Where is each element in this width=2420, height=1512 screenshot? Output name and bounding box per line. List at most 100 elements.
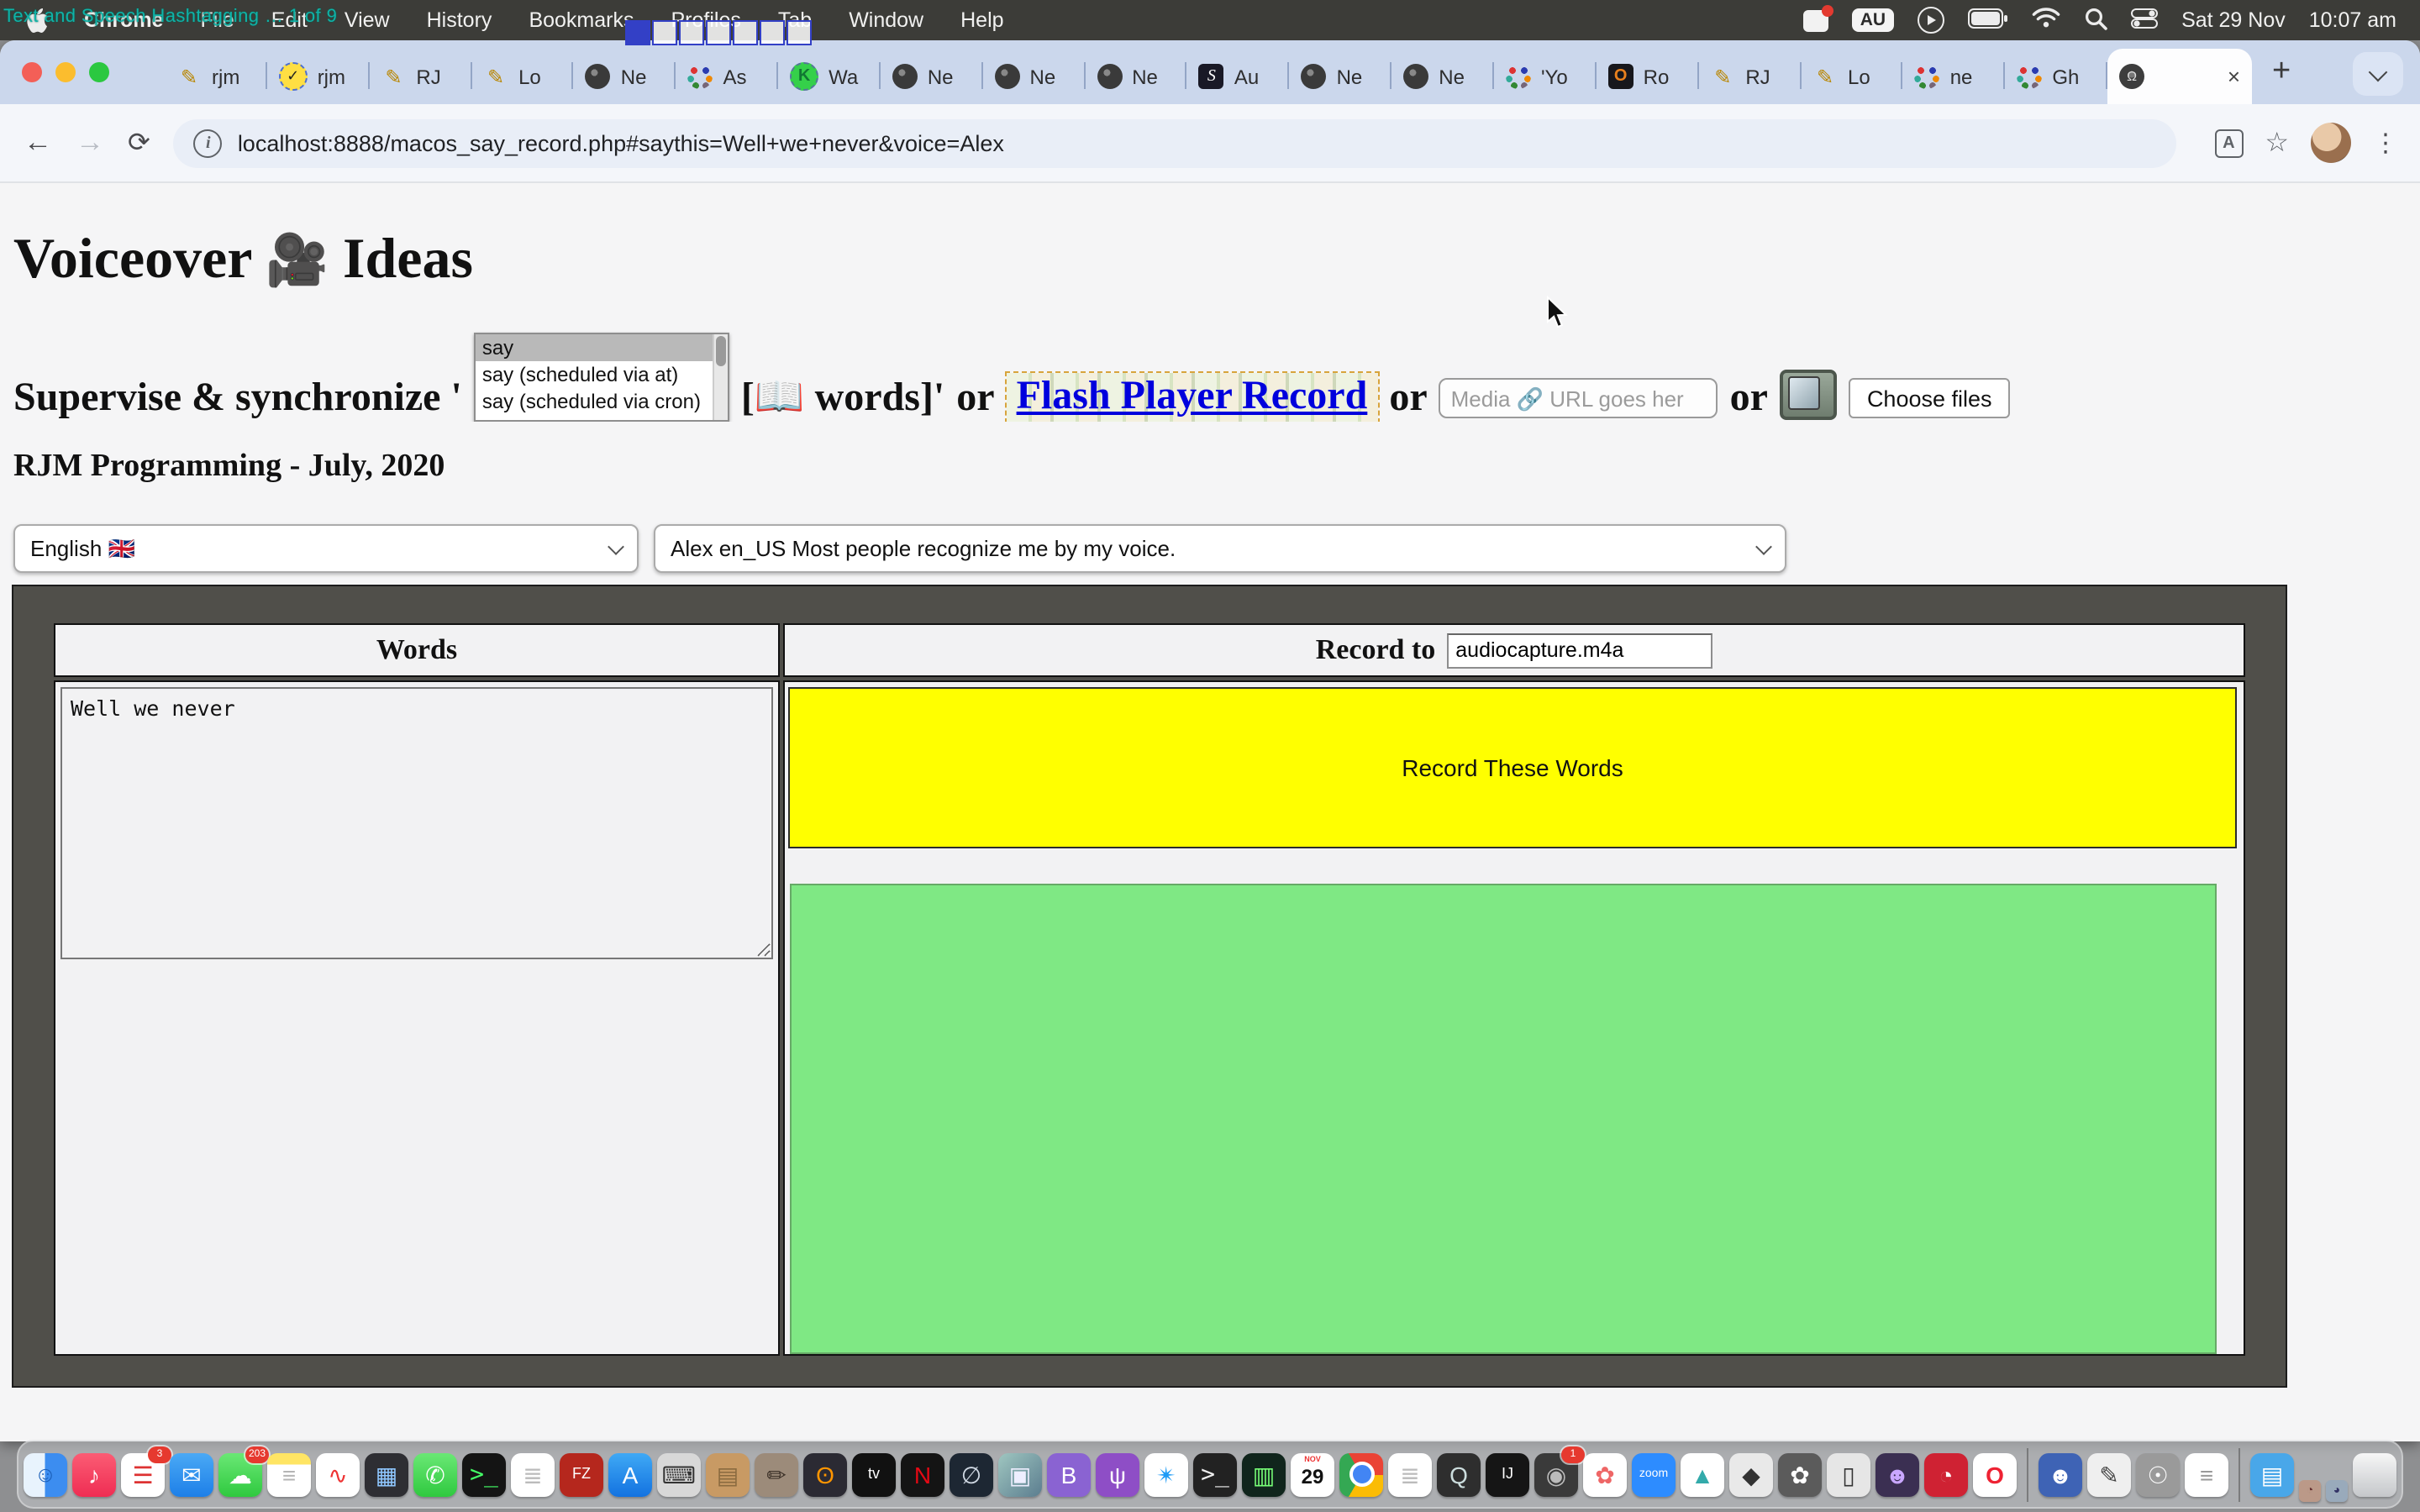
tab-5[interactable]: As (676, 49, 778, 104)
control-center-icon[interactable] (2131, 8, 2158, 33)
dock-icon-mini-window-2[interactable]: ◕ (2326, 1480, 2348, 1502)
listbox-scrollbar[interactable] (713, 334, 728, 420)
dock-icon-reminders[interactable]: ☰3 (121, 1452, 165, 1496)
choose-files-button[interactable]: Choose files (1849, 378, 2011, 418)
dock-icon-chrome[interactable] (1339, 1452, 1383, 1496)
dock-icon-no-sign[interactable]: ∅ (950, 1452, 993, 1496)
profile-avatar[interactable] (2311, 123, 2351, 163)
dock-icon-keypad[interactable]: ⌨ (657, 1452, 701, 1496)
site-info-icon[interactable]: i (194, 129, 223, 157)
dock-icon-trash[interactable] (2353, 1452, 2396, 1496)
dock-icon-firefox[interactable]: ʘ (803, 1452, 847, 1496)
tab-13[interactable]: 'Yo (1494, 49, 1597, 104)
dock-icon-dark-terminal[interactable]: ▥ (1242, 1452, 1286, 1496)
tab-18[interactable]: Gh (2005, 49, 2107, 104)
tab-12[interactable]: Ne (1392, 49, 1494, 104)
dock-icon-notes[interactable]: ≡ (267, 1452, 311, 1496)
tab-1[interactable]: ✓rjm (267, 49, 370, 104)
dock-icon-zoom[interactable]: zoom (1632, 1452, 1676, 1496)
menu-bar-date[interactable]: Sat 29 Nov (2181, 8, 2286, 32)
menu-extra-app-icon[interactable] (1803, 9, 1828, 31)
dock-icon-stylus[interactable]: ✎ (2087, 1452, 2131, 1496)
tab-0[interactable]: ✎rjm (165, 49, 267, 104)
url-text[interactable]: localhost:8888/macos_say_record.php#sayt… (238, 130, 1004, 155)
dock-icon-podcasts[interactable]: ψ (1096, 1452, 1139, 1496)
media-url-input[interactable] (1439, 378, 1718, 418)
input-source-badge[interactable]: AU (1852, 8, 1894, 32)
forward-button[interactable]: → (76, 126, 104, 160)
dock-icon-bbedit[interactable]: B (1047, 1452, 1091, 1496)
menu-item-history[interactable]: History (408, 8, 511, 32)
dock-icon-intellij[interactable]: IJ (1486, 1452, 1529, 1496)
minimize-window-button[interactable] (55, 62, 76, 82)
menu-item-help[interactable]: Help (942, 8, 1022, 32)
dock-icon-calendar[interactable]: NOV29 (1291, 1452, 1334, 1496)
dock-icon-messages[interactable]: ☁203 (218, 1452, 262, 1496)
tab-10[interactable]: SAu (1187, 49, 1290, 104)
record-filename-input[interactable] (1447, 633, 1712, 668)
dock-icon-iphone[interactable]: ▯ (1827, 1452, 1870, 1496)
say-option[interactable]: say (476, 334, 728, 361)
tab-8[interactable]: Ne (983, 49, 1086, 104)
dock-icon-filezilla[interactable]: FZ (560, 1452, 603, 1496)
tab-16[interactable]: ✎Lo (1801, 49, 1903, 104)
dock-icon-document[interactable]: ≣ (511, 1452, 555, 1496)
dock-icon-white-blob[interactable]: ✿ (1778, 1452, 1822, 1496)
tab-7[interactable]: Ne (881, 49, 983, 104)
dock-icon-mini-window-1[interactable]: ◔ (2299, 1480, 2321, 1502)
menu-item-view[interactable]: View (326, 8, 408, 32)
dock-icon-terminal[interactable]: >_ (462, 1452, 506, 1496)
dock-icon-finder[interactable]: ☺ (24, 1452, 67, 1496)
dock-icon-voice-memos[interactable]: ∿ (316, 1452, 360, 1496)
dock-icon-opera[interactable]: O (1973, 1452, 2017, 1496)
dock-icon-mail[interactable]: ✉ (170, 1452, 213, 1496)
address-bar[interactable]: i localhost:8888/macos_say_record.php#sa… (174, 118, 2177, 167)
tab-active[interactable]: Ω× (2107, 49, 2252, 104)
dock-icon-blue-box[interactable]: ▤ (2250, 1452, 2294, 1496)
voice-select[interactable]: Alex en_US Most people recognize me by m… (654, 524, 1786, 573)
now-playing-icon[interactable] (1918, 7, 1944, 34)
dock-icon-safari[interactable]: ✴ (1144, 1452, 1188, 1496)
spotlight-search-icon[interactable] (2084, 6, 2107, 34)
zoom-window-button[interactable] (89, 62, 109, 82)
new-tab-button[interactable]: + (2272, 54, 2291, 91)
dock-icon-inkscape[interactable]: ◆ (1729, 1452, 1773, 1496)
tab-2[interactable]: ✎RJ (369, 49, 471, 104)
battery-icon[interactable] (1968, 8, 2008, 33)
dock-icon-memoji[interactable]: ☻ (1876, 1452, 1919, 1496)
dock-icon-accessibility[interactable]: ☉ (2136, 1452, 2180, 1496)
dock-icon-launchpad[interactable]: ▦ (365, 1452, 408, 1496)
tab-search-button[interactable] (2353, 52, 2403, 96)
dock-icon-app-store[interactable]: A (608, 1452, 652, 1496)
record-these-words-button[interactable]: Record These Words (788, 687, 2237, 848)
dock-icon-preview-photo[interactable]: ▣ (998, 1452, 1042, 1496)
language-select[interactable]: English 🇬🇧 (13, 524, 639, 573)
say-option[interactable]: say (scheduled via at) (476, 361, 728, 388)
dock-icon-books[interactable]: ▤ (706, 1452, 750, 1496)
dock-icon-netflix[interactable]: N (901, 1452, 944, 1496)
tab-3[interactable]: ✎Lo (471, 49, 574, 104)
reload-button[interactable]: ⟳ (128, 126, 150, 160)
back-button[interactable]: ← (24, 126, 52, 160)
menu-item-window[interactable]: Window (830, 8, 942, 32)
translate-icon[interactable]: A (2214, 129, 2243, 157)
tab-4[interactable]: Ne (574, 49, 676, 104)
tab-17[interactable]: ne (1903, 49, 2006, 104)
flash-player-record-link[interactable]: Flash Player Record (1007, 373, 1378, 422)
dock-icon-gimp[interactable]: ✏ (755, 1452, 798, 1496)
dock-icon-notify-app[interactable]: ◉1 (1534, 1452, 1578, 1496)
dock-icon-apple-tv[interactable]: tv (852, 1452, 896, 1496)
dock-icon-quicktime[interactable]: Q (1437, 1452, 1481, 1496)
dock-icon-prism[interactable]: ▲ (1681, 1452, 1724, 1496)
words-textarea[interactable] (60, 687, 773, 959)
say-mode-listbox[interactable]: saysay (scheduled via at)say (scheduled … (474, 333, 729, 422)
browser-menu-icon[interactable]: ⋮ (2373, 128, 2398, 158)
tab-15[interactable]: ✎RJ (1698, 49, 1801, 104)
dock-icon-terminal-2[interactable]: >_ (1193, 1452, 1237, 1496)
tab-11[interactable]: Ne (1290, 49, 1392, 104)
dock-icon-screen-share[interactable]: ☻ (2039, 1452, 2082, 1496)
tab-close-icon[interactable]: × (2228, 64, 2240, 89)
tab-14[interactable]: ORo (1597, 49, 1699, 104)
bookmark-star-icon[interactable]: ☆ (2265, 126, 2289, 160)
dock-icon-gauge[interactable]: ◔ (1924, 1452, 1968, 1496)
